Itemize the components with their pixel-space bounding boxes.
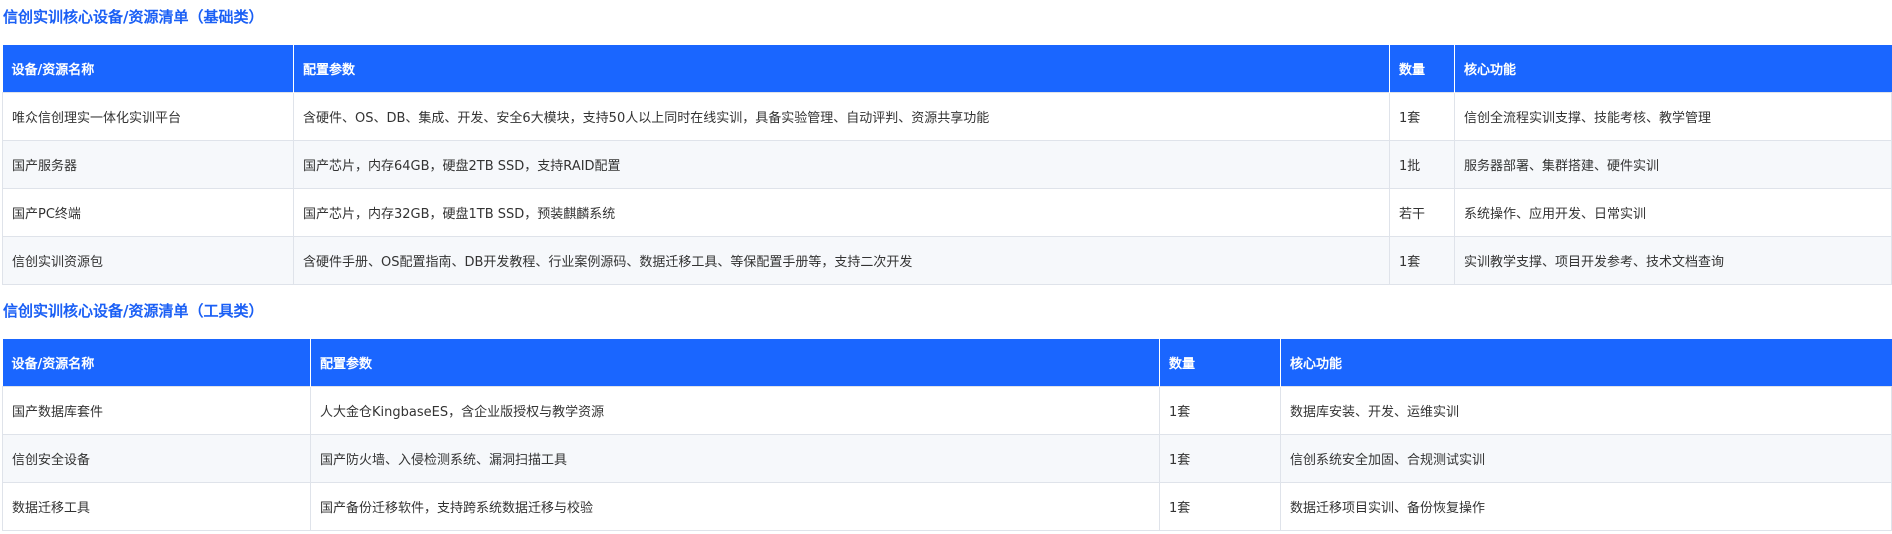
cell-quantity: 1套 — [1159, 434, 1281, 483]
table-header-row: 设备/资源名称 配置参数 数量 核心功能 — [2, 45, 1892, 93]
column-header-quantity: 数量 — [1159, 339, 1281, 387]
section-title-basic: 信创实训核心设备/资源清单（基础类） — [3, 8, 264, 26]
cell-function: 数据迁移项目实训、备份恢复操作 — [1280, 482, 1892, 531]
cell-quantity: 1批 — [1389, 140, 1455, 189]
table-row: 信创安全设备 国产防火墙、入侵检测系统、漏洞扫描工具 1套 信创系统安全加固、合… — [2, 434, 1892, 483]
column-header-function: 核心功能 — [1280, 339, 1892, 387]
cell-name: 国产服务器 — [2, 140, 294, 189]
cell-function: 数据库安装、开发、运维实训 — [1280, 386, 1892, 435]
cell-name: 信创实训资源包 — [2, 236, 294, 285]
cell-name: 唯众信创理实一体化实训平台 — [2, 92, 294, 141]
cell-function: 信创全流程实训支撑、技能考核、教学管理 — [1454, 92, 1892, 141]
table-row: 唯众信创理实一体化实训平台 含硬件、OS、DB、集成、开发、安全6大模块，支持5… — [2, 92, 1892, 141]
column-header-name: 设备/资源名称 — [2, 45, 294, 93]
table-row: 信创实训资源包 含硬件手册、OS配置指南、DB开发教程、行业案例源码、数据迁移工… — [2, 236, 1892, 285]
cell-function: 服务器部署、集群搭建、硬件实训 — [1454, 140, 1892, 189]
cell-name: 国产数据库套件 — [2, 386, 311, 435]
cell-config: 含硬件手册、OS配置指南、DB开发教程、行业案例源码、数据迁移工具、等保配置手册… — [293, 236, 1390, 285]
cell-config: 国产备份迁移软件，支持跨系统数据迁移与校验 — [310, 482, 1160, 531]
cell-config: 国产芯片，内存64GB，硬盘2TB SSD，支持RAID配置 — [293, 140, 1390, 189]
column-header-name: 设备/资源名称 — [2, 339, 311, 387]
cell-name: 数据迁移工具 — [2, 482, 311, 531]
cell-config: 含硬件、OS、DB、集成、开发、安全6大模块，支持50人以上同时在线实训，具备实… — [293, 92, 1390, 141]
cell-quantity: 1套 — [1389, 236, 1455, 285]
table-header-row: 设备/资源名称 配置参数 数量 核心功能 — [2, 339, 1892, 387]
cell-function: 系统操作、应用开发、日常实训 — [1454, 188, 1892, 237]
column-header-config: 配置参数 — [293, 45, 1390, 93]
column-header-function: 核心功能 — [1454, 45, 1892, 93]
cell-quantity: 1套 — [1159, 386, 1281, 435]
column-header-config: 配置参数 — [310, 339, 1160, 387]
resource-table-tools: 设备/资源名称 配置参数 数量 核心功能 国产数据库套件 人大金仓Kingbas… — [2, 339, 1892, 531]
table-row: 国产数据库套件 人大金仓KingbaseES，含企业版授权与教学资源 1套 数据… — [2, 386, 1892, 435]
cell-name: 信创安全设备 — [2, 434, 311, 483]
cell-quantity: 1套 — [1159, 482, 1281, 531]
cell-config: 国产芯片，内存32GB，硬盘1TB SSD，预装麒麟系统 — [293, 188, 1390, 237]
cell-function: 信创系统安全加固、合规测试实训 — [1280, 434, 1892, 483]
cell-config: 国产防火墙、入侵检测系统、漏洞扫描工具 — [310, 434, 1160, 483]
cell-name: 国产PC终端 — [2, 188, 294, 237]
table-row: 数据迁移工具 国产备份迁移软件，支持跨系统数据迁移与校验 1套 数据迁移项目实训… — [2, 482, 1892, 531]
table-row: 国产服务器 国产芯片，内存64GB，硬盘2TB SSD，支持RAID配置 1批 … — [2, 140, 1892, 189]
table-row: 国产PC终端 国产芯片，内存32GB，硬盘1TB SSD，预装麒麟系统 若干 系… — [2, 188, 1892, 237]
section-title-tools: 信创实训核心设备/资源清单（工具类） — [3, 302, 264, 320]
cell-quantity: 1套 — [1389, 92, 1455, 141]
resource-table-basic: 设备/资源名称 配置参数 数量 核心功能 唯众信创理实一体化实训平台 含硬件、O… — [2, 45, 1892, 285]
cell-function: 实训教学支撑、项目开发参考、技术文档查询 — [1454, 236, 1892, 285]
cell-config: 人大金仓KingbaseES，含企业版授权与教学资源 — [310, 386, 1160, 435]
column-header-quantity: 数量 — [1389, 45, 1455, 93]
page: 信创实训核心设备/资源清单（基础类） 设备/资源名称 配置参数 数量 核心功能 … — [0, 0, 1892, 534]
cell-quantity: 若干 — [1389, 188, 1455, 237]
